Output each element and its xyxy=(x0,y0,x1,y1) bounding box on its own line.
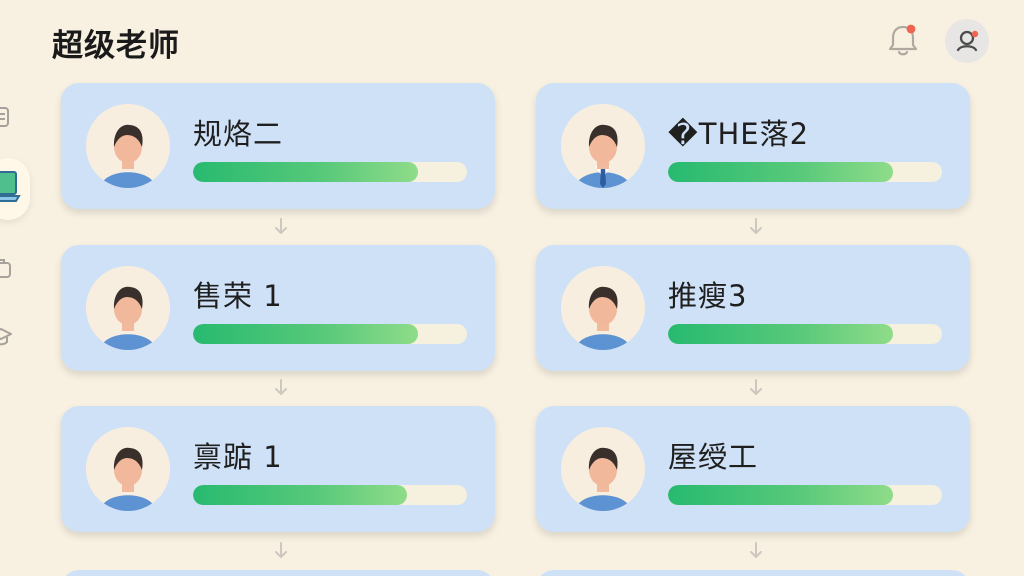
progress-bar xyxy=(668,485,942,505)
progress-bar xyxy=(193,324,467,344)
avatar xyxy=(86,266,170,350)
app-screen: 超级老师 规烙二 �THE落2 售荣 1 推瘦3 禀踮 1 屋绶工 xyxy=(0,0,1024,576)
suit-avatar-icon xyxy=(561,104,645,188)
avatar xyxy=(86,427,170,511)
page-title: 超级老师 xyxy=(52,28,180,64)
student-name: 售荣 1 xyxy=(193,279,283,313)
student-avatar-icon xyxy=(561,266,645,350)
progress-bar xyxy=(668,324,942,344)
briefcase-icon[interactable] xyxy=(0,255,14,281)
graduation-cap-icon[interactable] xyxy=(0,323,14,349)
progress-bar xyxy=(193,485,467,505)
chevron-down-icon xyxy=(750,542,762,558)
student-name: 推瘦3 xyxy=(668,279,748,313)
progress-fill xyxy=(193,162,418,182)
progress-bar xyxy=(668,162,942,182)
chevron-down-icon xyxy=(275,379,287,395)
student-card[interactable]: 规烙二 xyxy=(61,83,495,209)
student-avatar-icon xyxy=(86,104,170,188)
student-avatar-icon xyxy=(86,427,170,511)
notification-button[interactable] xyxy=(886,22,920,58)
next-card-partial[interactable] xyxy=(536,570,970,576)
progress-fill xyxy=(193,324,418,344)
avatar xyxy=(561,427,645,511)
avatar xyxy=(561,266,645,350)
profile-button[interactable] xyxy=(945,19,989,63)
student-name: 屋绶工 xyxy=(668,440,759,474)
progress-fill xyxy=(668,485,893,505)
notification-dot xyxy=(906,24,916,34)
bell-icon xyxy=(888,24,918,56)
avatar xyxy=(561,104,645,188)
progress-fill xyxy=(668,324,893,344)
progress-fill xyxy=(193,485,407,505)
student-card[interactable]: 屋绶工 xyxy=(536,406,970,532)
sidebar-active-item[interactable] xyxy=(0,158,30,220)
profile-icon xyxy=(956,30,979,52)
next-card-partial[interactable] xyxy=(61,570,495,576)
student-avatar-icon xyxy=(86,266,170,350)
student-card[interactable]: 售荣 1 xyxy=(61,245,495,371)
student-name: 规烙二 xyxy=(193,117,284,151)
laptop-icon xyxy=(0,171,21,202)
progress-fill xyxy=(668,162,893,182)
student-name: 禀踮 1 xyxy=(193,440,283,474)
chevron-down-icon xyxy=(750,379,762,395)
progress-bar xyxy=(193,162,467,182)
document-icon[interactable] xyxy=(0,104,14,130)
student-card[interactable]: 禀踮 1 xyxy=(61,406,495,532)
student-card[interactable]: �THE落2 xyxy=(536,83,970,209)
chevron-down-icon xyxy=(275,218,287,234)
student-name: �THE落2 xyxy=(668,117,810,151)
chevron-down-icon xyxy=(275,542,287,558)
avatar xyxy=(86,104,170,188)
student-avatar-icon xyxy=(561,427,645,511)
chevron-down-icon xyxy=(750,218,762,234)
student-card[interactable]: 推瘦3 xyxy=(536,245,970,371)
